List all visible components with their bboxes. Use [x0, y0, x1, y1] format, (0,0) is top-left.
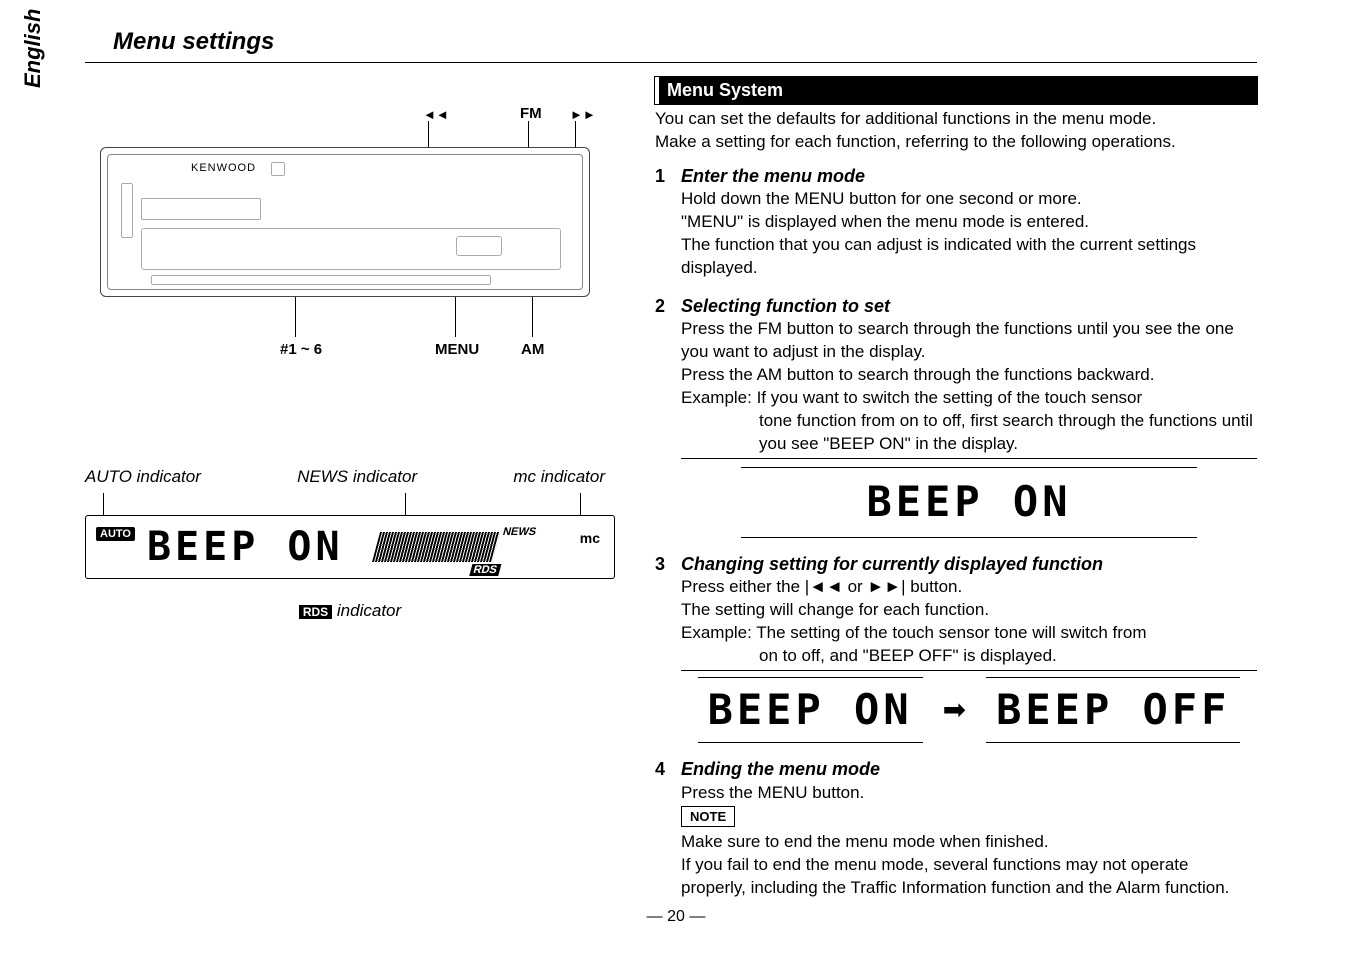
- arrow-icon: ➡: [943, 691, 966, 729]
- menu-button-label: MENU: [435, 341, 479, 358]
- step-number: 2: [655, 294, 665, 318]
- step-body: Hold down the MENU button for one second…: [681, 188, 1257, 280]
- mc-indicator-label: mc indicator: [513, 467, 605, 487]
- divider: [85, 62, 1257, 63]
- step-number: 1: [655, 164, 665, 188]
- auto-badge: AUTO: [96, 527, 135, 541]
- menu-intro: You can set the defaults for additional …: [655, 108, 1257, 154]
- lcd-text: BEEP ON: [147, 524, 344, 570]
- step-body: Press the FM button to search through th…: [681, 318, 1257, 410]
- step-title: Enter the menu mode: [681, 164, 1257, 188]
- auto-indicator-label: AUTO indicator: [85, 467, 201, 487]
- fm-label: FM: [520, 105, 542, 122]
- news-lbl: NEWS: [501, 526, 537, 538]
- language-tab: English: [20, 9, 46, 88]
- menu-system-header: Menu System: [655, 77, 1257, 104]
- section-title: Menu settings: [113, 28, 1257, 56]
- note-body: Make sure to end the menu mode when fini…: [681, 831, 1257, 900]
- step-number: 3: [655, 552, 665, 576]
- step-body: Press the MENU button.: [681, 782, 1257, 805]
- brand-text: KENWOOD: [191, 162, 256, 174]
- seg-display: BEEP ON: [747, 474, 1191, 531]
- next-track-icon: ►►|: [867, 577, 905, 596]
- next-icon-label: ►►: [570, 107, 596, 122]
- rds-lbl: RDS: [469, 564, 501, 576]
- display-illustration: AUTO indicator NEWS indicator mc indicat…: [85, 467, 615, 621]
- mc-lbl: mc: [580, 530, 600, 546]
- seg-display-before: BEEP ON: [698, 677, 923, 744]
- step-title: Ending the menu mode: [681, 757, 1257, 781]
- device-illustration: ◄◄ FM ►► KENWOOD: [85, 97, 605, 377]
- note-label: NOTE: [681, 806, 735, 828]
- step-title: Selecting function to set: [681, 294, 1257, 318]
- step-number: 4: [655, 757, 665, 781]
- step-body: Press either the |◄◄ or ►►| button. The …: [681, 576, 1257, 645]
- step-example: on to off, and "BEEP OFF" is displayed.: [681, 645, 1257, 671]
- prev-icon-label: ◄◄: [423, 107, 449, 122]
- presets-label: #1 ~ 6: [280, 341, 322, 358]
- equalizer-graphic: NEWS RDS: [372, 532, 500, 562]
- page-number: — 20 —: [0, 908, 1352, 926]
- step-title: Changing setting for currently displayed…: [681, 552, 1257, 576]
- step-example: tone function from on to off, first sear…: [681, 410, 1257, 459]
- rds-indicator-caption: RDS indicator: [85, 601, 615, 621]
- prev-track-icon: |◄◄: [805, 577, 843, 596]
- am-label: AM: [521, 341, 544, 358]
- news-indicator-label: NEWS indicator: [297, 467, 417, 487]
- seg-display-after: BEEP OFF: [986, 677, 1240, 744]
